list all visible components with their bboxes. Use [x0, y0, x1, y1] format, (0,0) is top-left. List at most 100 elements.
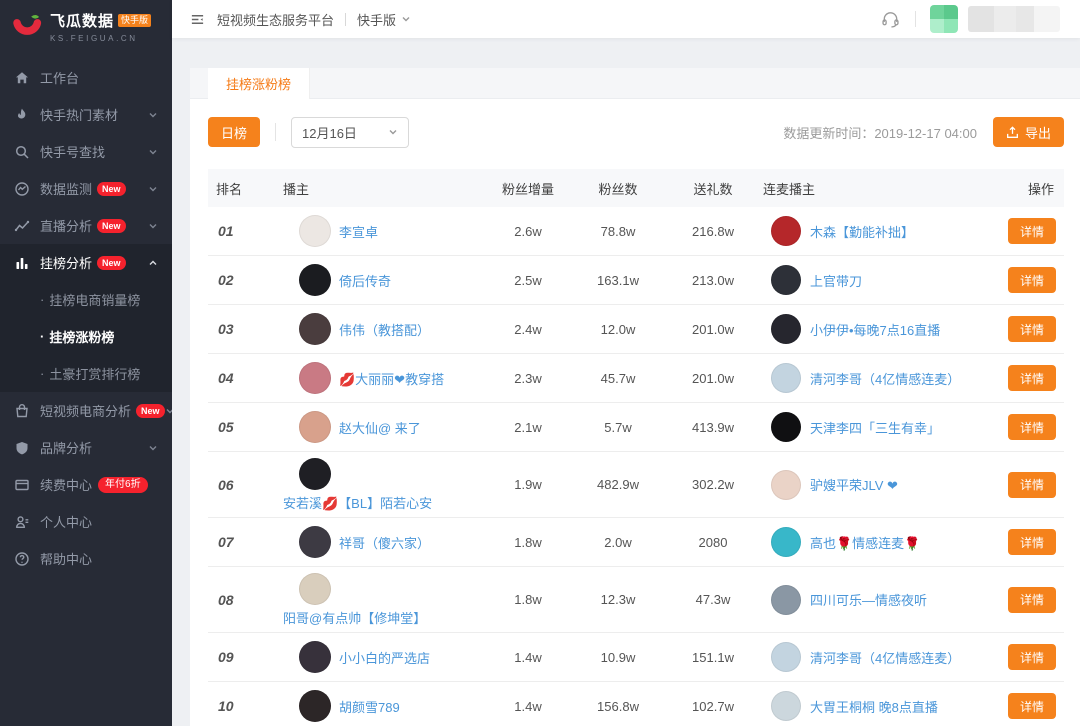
guest-avatar[interactable] — [771, 265, 801, 295]
col-gifts: 送礼数 — [663, 179, 763, 198]
sidebar-item-5[interactable]: 挂榜分析 New — [0, 244, 172, 281]
sidebar-item-label: 快手号查找 — [40, 142, 105, 161]
guest-cell: 四川可乐—情感夜听 — [763, 585, 993, 615]
guest-name-link[interactable]: 大胃王桐桐 晚8点直播 — [810, 697, 938, 716]
guest-name-link[interactable]: 清河李哥（4亿情感连麦） — [810, 369, 960, 388]
guest-name-link[interactable]: 木森【勤能补拙】 — [810, 222, 914, 241]
sidebar-item-6[interactable]: 短视频电商分析 New — [0, 392, 172, 429]
menu-fold-icon[interactable] — [190, 12, 205, 27]
guest-avatar[interactable] — [771, 216, 801, 246]
broadcaster-avatar[interactable] — [299, 313, 331, 345]
topbar-right — [880, 5, 1060, 33]
action-cell: 详情 — [993, 472, 1064, 498]
shield-icon — [14, 440, 30, 456]
update-time-value: 2019-12-17 04:00 — [874, 126, 977, 141]
detail-button[interactable]: 详情 — [1008, 644, 1056, 670]
sidebar-item-label: 帮助中心 — [40, 549, 92, 568]
broadcaster-avatar[interactable] — [299, 641, 331, 673]
guest-name-link[interactable]: 四川可乐—情感夜听 — [810, 590, 927, 609]
chevron-down-icon — [148, 110, 158, 120]
sidebar-nav: 工作台 快手热门素材 快手号查找 数据监测 New 直播分析 New 挂榜分析 … — [0, 59, 172, 577]
guest-avatar[interactable] — [771, 691, 801, 721]
broadcaster-name-link[interactable]: 赵大仙@ 来了 — [339, 418, 421, 437]
guest-avatar[interactable] — [771, 642, 801, 672]
sidebar-item-2[interactable]: 快手号查找 — [0, 133, 172, 170]
detail-button[interactable]: 详情 — [1008, 529, 1056, 555]
broadcaster-name-link[interactable]: 伟伟（教搭配） — [339, 320, 430, 339]
brand-edition-badge: 快手版 — [118, 14, 151, 27]
sidebar-item-9[interactable]: 个人中心 — [0, 503, 172, 540]
detail-button[interactable]: 详情 — [1008, 414, 1056, 440]
guest-avatar[interactable] — [771, 314, 801, 344]
edition-dropdown[interactable]: 快手版 — [357, 10, 411, 29]
guest-name-link[interactable]: 天津李四「三生有幸」 — [810, 418, 940, 437]
sidebar-item-3[interactable]: 数据监测 New — [0, 170, 172, 207]
action-cell: 详情 — [993, 414, 1064, 440]
guest-avatar[interactable] — [771, 412, 801, 442]
user-name-redacted[interactable] — [968, 6, 1060, 32]
edition-label: 快手版 — [357, 10, 396, 29]
sidebar-sub-item-挂榜涨粉榜[interactable]: 挂榜涨粉榜 — [0, 318, 172, 355]
broadcaster-avatar[interactable] — [299, 362, 331, 394]
table-row: 02 倚后传奇 2.5w 163.1w 213.0w 上官带刀 详情 — [208, 256, 1064, 305]
sidebar-item-8[interactable]: 续费中心 年付6折 — [0, 466, 172, 503]
guest-avatar[interactable] — [771, 363, 801, 393]
table-row: 03 伟伟（教搭配） 2.4w 12.0w 201.0w 小伊伊•每晚7点16直… — [208, 305, 1064, 354]
guest-avatar[interactable] — [771, 527, 801, 557]
guest-avatar[interactable] — [771, 585, 801, 615]
broadcaster-avatar[interactable] — [299, 573, 331, 605]
sidebar-item-10[interactable]: 帮助中心 — [0, 540, 172, 577]
rank-number: 07 — [208, 534, 283, 550]
sidebar-sub-item-挂榜电商销量榜[interactable]: 挂榜电商销量榜 — [0, 281, 172, 318]
user-avatar[interactable] — [930, 5, 958, 33]
broadcaster-name-link[interactable]: 李宣卓 — [339, 222, 378, 241]
broadcaster-name-link[interactable]: 💋大丽丽❤教穿搭 — [339, 369, 444, 388]
guest-name-link[interactable]: 上官带刀 — [810, 271, 862, 290]
broadcaster-cell: 倚后传奇 — [283, 264, 483, 296]
broadcaster-name-link[interactable]: 阳哥@有点帅【修坤堂】 — [283, 608, 426, 627]
chevron-down-icon — [148, 184, 158, 194]
sidebar-item-7[interactable]: 品牌分析 — [0, 429, 172, 466]
broadcaster-avatar[interactable] — [299, 458, 331, 490]
gifts-value: 102.7w — [663, 699, 763, 714]
broadcaster-name-link[interactable]: 胡颜雪789 — [339, 697, 400, 716]
detail-button[interactable]: 详情 — [1008, 472, 1056, 498]
detail-button[interactable]: 详情 — [1008, 693, 1056, 719]
broadcaster-name-link[interactable]: 安若溪💋【BL】陌若心安 — [283, 493, 432, 512]
col-fans-gain: 粉丝增量 — [483, 179, 573, 198]
date-select[interactable]: 12月16日 — [291, 117, 409, 148]
export-button[interactable]: 导出 — [993, 117, 1064, 147]
broadcaster-cell: 胡颜雪789 — [283, 690, 483, 722]
guest-cell: 天津李四「三生有幸」 — [763, 412, 993, 442]
fans-total-value: 482.9w — [573, 477, 663, 492]
detail-button[interactable]: 详情 — [1008, 218, 1056, 244]
sidebar-sub-item-土豪打赏排行榜[interactable]: 土豪打赏排行榜 — [0, 355, 172, 392]
broadcaster-name-link[interactable]: 小小白的严选店 — [339, 648, 430, 667]
guest-name-link[interactable]: 小伊伊•每晚7点16直播 — [810, 320, 940, 339]
sidebar-item-0[interactable]: 工作台 — [0, 59, 172, 96]
tab-fan-growth-ranking[interactable]: 挂榜涨粉榜 — [208, 68, 310, 99]
sidebar-item-1[interactable]: 快手热门素材 — [0, 96, 172, 133]
broadcaster-name-link[interactable]: 倚后传奇 — [339, 271, 391, 290]
broadcaster-avatar[interactable] — [299, 411, 331, 443]
daily-rank-button[interactable]: 日榜 — [208, 117, 260, 147]
action-cell: 详情 — [993, 587, 1064, 613]
guest-avatar[interactable] — [771, 470, 801, 500]
broadcaster-avatar[interactable] — [299, 526, 331, 558]
broadcaster-avatar[interactable] — [299, 215, 331, 247]
headset-icon[interactable] — [880, 9, 901, 30]
sidebar-item-4[interactable]: 直播分析 New — [0, 207, 172, 244]
brand-logo[interactable]: 飞瓜数据 快手版 KS.FEIGUA.CN — [0, 0, 172, 51]
tab-strip: 挂榜涨粉榜 — [190, 68, 1080, 99]
detail-button[interactable]: 详情 — [1008, 365, 1056, 391]
guest-name-link[interactable]: 清河李哥（4亿情感连麦） — [810, 648, 960, 667]
guest-name-link[interactable]: 驴嫂平荣JLV ❤ — [810, 475, 898, 494]
detail-button[interactable]: 详情 — [1008, 267, 1056, 293]
detail-button[interactable]: 详情 — [1008, 587, 1056, 613]
broadcaster-avatar[interactable] — [299, 264, 331, 296]
table-body: 01 李宣卓 2.6w 78.8w 216.8w 木森【勤能补拙】 详情 02 … — [208, 207, 1064, 726]
broadcaster-avatar[interactable] — [299, 690, 331, 722]
broadcaster-name-link[interactable]: 祥哥（傻六家） — [339, 533, 430, 552]
guest-name-link[interactable]: 高也🌹情感连麦🌹 — [810, 533, 920, 552]
detail-button[interactable]: 详情 — [1008, 316, 1056, 342]
